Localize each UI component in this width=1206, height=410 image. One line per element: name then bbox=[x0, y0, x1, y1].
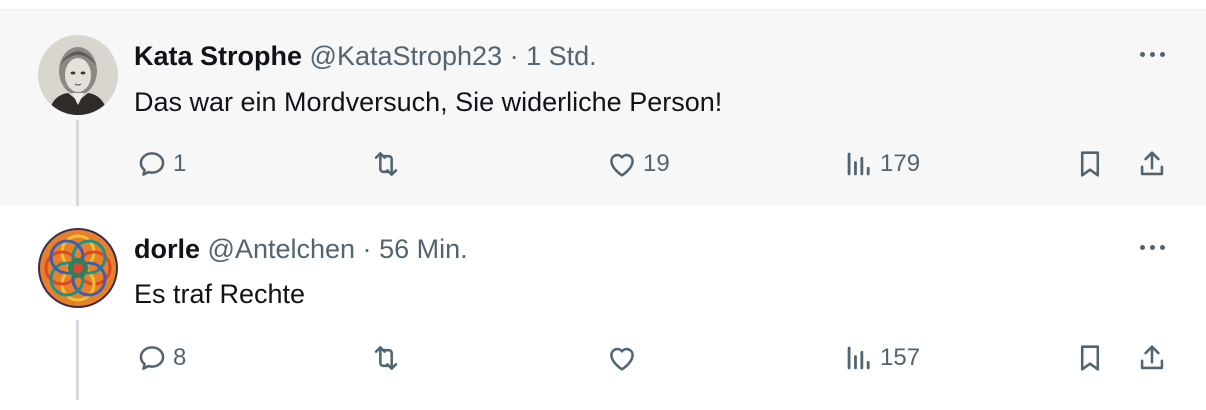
share-button[interactable] bbox=[1135, 341, 1169, 375]
reply-count: 8 bbox=[173, 344, 187, 371]
share-button[interactable] bbox=[1135, 147, 1169, 181]
thread-line bbox=[76, 120, 79, 216]
bookmark-button[interactable] bbox=[1073, 147, 1107, 181]
view-count: 157 bbox=[880, 344, 921, 371]
reply-button[interactable]: 8 bbox=[135, 341, 186, 375]
share-icon bbox=[1140, 345, 1164, 370]
views-button[interactable]: 157 bbox=[842, 341, 920, 375]
tweet-text: Es traf Rechte bbox=[134, 279, 306, 309]
avatar[interactable] bbox=[38, 35, 118, 115]
tweet-header: dorle @Antelchen · 56 Min. bbox=[134, 232, 468, 266]
tweet-header: Kata Strophe @KataStroph23 · 1 Std. bbox=[134, 39, 597, 73]
author-name[interactable]: Kata Strophe bbox=[134, 41, 302, 71]
mandala-avatar-icon bbox=[38, 228, 118, 308]
reply-button[interactable]: 1 bbox=[135, 147, 186, 181]
views-icon bbox=[847, 346, 870, 370]
view-count: 179 bbox=[880, 150, 921, 177]
portrait-avatar-icon bbox=[38, 35, 118, 115]
like-button[interactable]: 19 bbox=[605, 147, 670, 181]
tweet[interactable]: Kata Strophe @KataStroph23 · 1 Std. Das … bbox=[0, 10, 1206, 216]
retweet-icon bbox=[374, 346, 398, 370]
top-divider bbox=[0, 0, 1206, 10]
like-button[interactable] bbox=[605, 341, 643, 375]
author-name[interactable]: dorle bbox=[134, 234, 200, 264]
reply-icon bbox=[139, 346, 165, 370]
retweet-icon bbox=[374, 152, 398, 176]
timestamp[interactable]: 56 Min. bbox=[379, 234, 468, 264]
retweet-button[interactable] bbox=[369, 147, 407, 181]
bookmark-icon bbox=[1080, 151, 1100, 177]
bookmark-button[interactable] bbox=[1073, 341, 1107, 375]
reply-icon bbox=[139, 152, 165, 176]
author-handle[interactable]: @Antelchen bbox=[208, 234, 356, 264]
thread-line bbox=[76, 320, 79, 400]
views-button[interactable]: 179 bbox=[842, 147, 920, 181]
more-icon[interactable] bbox=[1138, 49, 1168, 59]
separator: · bbox=[362, 234, 372, 264]
timestamp[interactable]: 1 Std. bbox=[526, 41, 597, 71]
reply-count: 1 bbox=[173, 150, 187, 177]
bookmark-icon bbox=[1080, 345, 1100, 371]
avatar[interactable] bbox=[38, 228, 118, 308]
like-count: 19 bbox=[643, 150, 670, 177]
heart-icon bbox=[610, 347, 634, 371]
retweet-button[interactable] bbox=[369, 341, 407, 375]
share-icon bbox=[1140, 151, 1164, 176]
more-icon[interactable] bbox=[1138, 242, 1168, 252]
author-handle[interactable]: @KataStroph23 bbox=[310, 41, 503, 71]
tweet[interactable]: dorle @Antelchen · 56 Min. Es traf Recht… bbox=[0, 206, 1206, 410]
tweet-text: Das war ein Mordversuch, Sie widerliche … bbox=[134, 87, 723, 117]
heart-icon bbox=[610, 153, 634, 177]
views-icon bbox=[847, 152, 870, 176]
separator: · bbox=[509, 41, 519, 71]
